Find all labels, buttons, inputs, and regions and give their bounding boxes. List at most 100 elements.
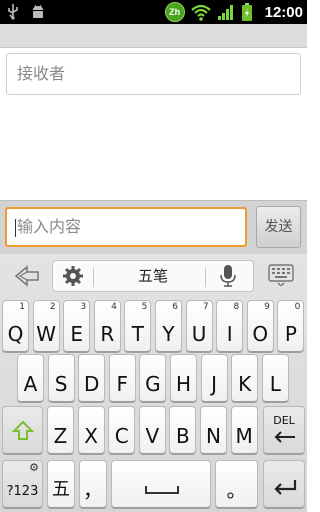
key-y[interactable]: 6Y <box>155 300 182 352</box>
period-label: 。 <box>226 478 247 502</box>
comma-key[interactable]: ， <box>79 460 107 508</box>
key-u[interactable]: 7U <box>185 300 213 352</box>
key-v[interactable]: V <box>138 406 166 454</box>
key-label: T <box>131 322 144 346</box>
signal-icon <box>217 4 233 20</box>
key-number-hint: 0 <box>294 302 301 312</box>
delete-key[interactable]: DEL <box>263 406 305 454</box>
settings-small-icon: ⚙ <box>29 461 39 474</box>
key-label: K <box>238 372 252 396</box>
clock: 12:00 <box>264 3 303 21</box>
toolbar-divider <box>93 267 94 287</box>
key-o[interactable]: 9O <box>246 300 274 352</box>
text-caret <box>15 218 16 237</box>
key-h[interactable]: H <box>170 354 197 402</box>
toolbar-divider <box>205 267 206 287</box>
keyboard-layout-icon[interactable] <box>268 264 294 286</box>
key-label: A <box>23 372 38 396</box>
key-label: Z <box>53 424 68 448</box>
shift-arrow-icon <box>12 420 34 440</box>
key-label: E <box>70 322 83 346</box>
ime-switch-label: 五 <box>52 479 70 500</box>
key-number-hint: 4 <box>111 302 117 312</box>
key-k[interactable]: K <box>231 354 259 402</box>
key-q[interactable]: 1Q <box>2 300 29 352</box>
battery-icon <box>241 2 252 21</box>
key-label: N <box>206 424 221 448</box>
key-w[interactable]: 2W <box>32 300 60 352</box>
key-label: P <box>284 322 297 346</box>
ime-switch-key[interactable]: 五 <box>47 460 75 508</box>
key-label: J <box>211 372 218 396</box>
android-debug-icon <box>33 4 43 18</box>
key-label: C <box>114 424 129 448</box>
key-e[interactable]: 3E <box>63 300 91 352</box>
space-key[interactable] <box>111 460 211 508</box>
key-number-hint: 6 <box>172 302 178 312</box>
key-n[interactable]: N <box>200 406 227 454</box>
key-label: R <box>100 322 115 346</box>
keyboard-collapse-icon[interactable] <box>14 264 40 288</box>
key-number-hint: 8 <box>233 302 240 312</box>
key-number-hint: 2 <box>49 302 56 312</box>
keyboard-toolbar-center: 五笔 <box>52 260 254 292</box>
key-t[interactable]: 5T <box>124 300 152 352</box>
key-label: O <box>252 322 269 346</box>
key-label: G <box>145 372 161 396</box>
key-f[interactable]: F <box>108 354 136 402</box>
wifi-icon <box>190 4 211 21</box>
status-bar: Zh 12:00 <box>0 0 307 24</box>
key-label: H <box>175 372 192 396</box>
key-c[interactable]: C <box>108 406 136 454</box>
enter-arrow-icon <box>274 480 297 495</box>
key-a[interactable]: A <box>17 354 44 402</box>
gear-icon[interactable] <box>62 265 84 287</box>
key-m[interactable]: M <box>230 406 258 454</box>
key-b[interactable]: B <box>169 406 197 454</box>
key-label: D <box>83 372 100 396</box>
key-number-hint: 9 <box>264 302 270 312</box>
usb-icon <box>8 4 18 20</box>
key-s[interactable]: S <box>47 354 75 402</box>
key-i[interactable]: 8I <box>216 300 244 352</box>
key-label: I <box>226 322 233 346</box>
enter-key[interactable] <box>263 460 305 508</box>
key-x[interactable]: X <box>77 406 105 454</box>
key-number-hint: 3 <box>80 302 87 312</box>
key-number-hint: 1 <box>19 302 25 312</box>
key-label: F <box>116 372 129 396</box>
comma-label: ， <box>83 478 103 502</box>
key-number-hint: 5 <box>141 302 148 312</box>
soft-keyboard: 五笔 1Q2W3E4R5T6Y7U8I9O0P ASDFGHJKL DEL Z … <box>0 254 307 512</box>
key-label: L <box>269 372 281 396</box>
key-d[interactable]: D <box>78 354 106 402</box>
key-z[interactable]: Z <box>47 406 74 454</box>
message-placeholder: 输入内容 <box>17 217 82 236</box>
delete-label: DEL <box>273 414 295 427</box>
key-label: V <box>145 424 160 448</box>
message-area <box>0 98 307 200</box>
key-j[interactable]: J <box>200 354 228 402</box>
key-label: W <box>36 322 56 346</box>
symbols-key[interactable]: ⚙ ?123 <box>2 460 43 508</box>
microphone-icon[interactable] <box>219 264 237 288</box>
key-label: X <box>84 424 98 448</box>
input-mode-label[interactable]: 五笔 <box>103 261 203 291</box>
space-icon <box>145 486 179 494</box>
key-p[interactable]: 0P <box>277 300 305 352</box>
ime-status-badge: Zh <box>164 2 185 22</box>
key-label: U <box>191 322 207 346</box>
compose-bar: 输入内容 发送 <box>0 200 307 254</box>
key-r[interactable]: 4R <box>93 300 121 352</box>
key-label: S <box>54 372 68 396</box>
key-label: Q <box>7 322 24 346</box>
key-g[interactable]: G <box>139 354 167 402</box>
send-button[interactable]: 发送 <box>256 206 301 248</box>
recipient-field[interactable]: 接收者 <box>6 53 301 95</box>
message-input[interactable]: 输入内容 <box>5 207 247 247</box>
shift-key[interactable] <box>2 406 43 454</box>
period-key[interactable]: 。 <box>215 460 258 508</box>
key-l[interactable]: L <box>261 354 289 402</box>
key-label: B <box>176 424 190 448</box>
key-number-hint: 7 <box>202 302 209 312</box>
